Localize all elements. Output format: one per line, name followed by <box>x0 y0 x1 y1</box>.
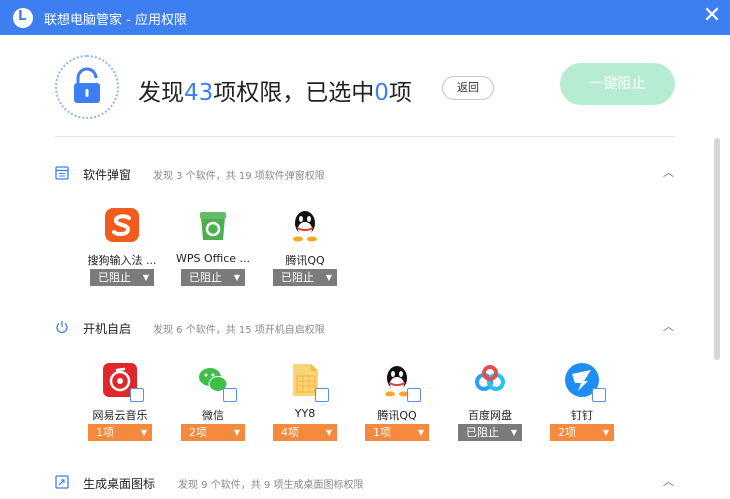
app-item[interactable]: 钉钉 2项 ▼ <box>537 362 627 447</box>
app-name: 腾讯QQ <box>285 254 325 267</box>
caret-down-icon: ▼ <box>233 273 240 282</box>
app-checkbox[interactable] <box>315 388 329 402</box>
permission-summary: 发现43项权限，已选中0项 <box>138 80 412 106</box>
popup-window-icon <box>55 166 69 180</box>
app-item[interactable]: WPS Office ... 已阻止 ▼ <box>168 207 258 292</box>
status-dropdown[interactable]: 2项 ▼ <box>181 424 245 441</box>
section-description: 发现 3 个软件，共 19 项软件弹窗权限 <box>153 171 325 182</box>
scrollbar[interactable] <box>714 138 720 360</box>
baidu-netdisk-icon <box>475 365 505 391</box>
app-item[interactable]: 微信 2项 ▼ <box>168 362 258 447</box>
app-name: 微信 <box>202 409 224 422</box>
window-title: 联想电脑管家 - 应用权限 <box>44 13 187 28</box>
app-item[interactable]: 腾讯QQ 已阻止 ▼ <box>260 207 350 292</box>
status-dropdown[interactable]: 4项 ▼ <box>273 424 337 441</box>
app-checkbox[interactable] <box>130 388 144 402</box>
section-autostart: 开机自启 发现 6 个软件，共 15 项开机自启权限 ︿ <box>55 318 675 338</box>
wps-icon <box>200 212 226 240</box>
section-title: 生成桌面图标 <box>83 477 156 491</box>
section-desktop-icons: 生成桌面图标 发现 9 个软件，共 9 项生成桌面图标权限 ︿ <box>55 473 675 493</box>
app-item[interactable]: YY8 4项 ▼ <box>260 362 350 447</box>
status-dropdown[interactable]: 已阻止 ▼ <box>273 269 337 286</box>
app-name: YY8 <box>294 407 316 420</box>
app-item[interactable]: 腾讯QQ 1项 ▼ <box>352 362 442 447</box>
power-icon <box>56 321 68 334</box>
lock-icon <box>55 55 119 119</box>
app-name: 搜狗输入法 ... <box>87 254 157 267</box>
app-name: 钉钉 <box>571 409 593 422</box>
status-dropdown[interactable]: 已阻止 ▼ <box>458 424 522 441</box>
collapse-chevron-icon[interactable]: ︿ <box>663 318 674 334</box>
divider <box>55 136 675 137</box>
lenovo-logo-icon: L <box>13 8 33 28</box>
app-name: WPS Office ... <box>175 252 251 265</box>
caret-down-icon: ▼ <box>140 428 147 437</box>
section-popups: 软件弹窗 发现 3 个软件，共 19 项软件弹窗权限 ︿ <box>55 164 675 184</box>
status-dropdown[interactable]: 已阻止 ▼ <box>90 269 154 286</box>
caret-down-icon: ▼ <box>233 428 240 437</box>
app-name: 网易云音乐 <box>92 409 148 422</box>
app-name: 百度网盘 <box>468 409 512 422</box>
section-title: 软件弹窗 <box>83 168 132 182</box>
qq-icon <box>293 211 317 242</box>
app-checkbox[interactable] <box>592 388 606 402</box>
section-title: 开机自启 <box>83 322 132 336</box>
collapse-chevron-icon[interactable]: ︿ <box>663 164 674 180</box>
summary-header: 发现43项权限，已选中0项 返回 一键阻止 <box>0 35 730 137</box>
desktop-shortcut-icon <box>55 475 69 489</box>
caret-down-icon: ▼ <box>510 428 517 437</box>
close-icon[interactable]: ✕ <box>699 4 725 30</box>
status-dropdown[interactable]: 1项 ▼ <box>88 424 152 441</box>
sogou-icon <box>105 208 139 242</box>
status-dropdown[interactable]: 1项 ▼ <box>365 424 429 441</box>
block-all-button[interactable]: 一键阻止 <box>560 63 675 105</box>
status-dropdown[interactable]: 2项 ▼ <box>550 424 614 441</box>
collapse-chevron-icon[interactable]: ︿ <box>663 473 674 489</box>
app-item[interactable]: 网易云音乐 1项 ▼ <box>75 362 165 447</box>
caret-down-icon: ▼ <box>325 273 332 282</box>
app-checkbox[interactable] <box>407 388 421 402</box>
caret-down-icon: ▼ <box>325 428 332 437</box>
caret-down-icon: ▼ <box>602 428 609 437</box>
status-dropdown[interactable]: 已阻止 ▼ <box>181 269 245 286</box>
app-item[interactable]: 搜狗输入法 ... 已阻止 ▼ <box>77 207 167 292</box>
caret-down-icon: ▼ <box>142 273 149 282</box>
app-item[interactable]: 百度网盘 已阻止 ▼ <box>445 362 535 447</box>
caret-down-icon: ▼ <box>417 428 424 437</box>
app-checkbox[interactable] <box>223 388 237 402</box>
title-bar: L 联想电脑管家 - 应用权限 ✕ <box>0 0 730 35</box>
section-description: 发现 6 个软件，共 15 项开机自启权限 <box>153 325 325 336</box>
app-name: 腾讯QQ <box>377 409 417 422</box>
section-description: 发现 9 个软件，共 9 项生成桌面图标权限 <box>178 480 364 491</box>
back-button[interactable]: 返回 <box>442 76 494 100</box>
